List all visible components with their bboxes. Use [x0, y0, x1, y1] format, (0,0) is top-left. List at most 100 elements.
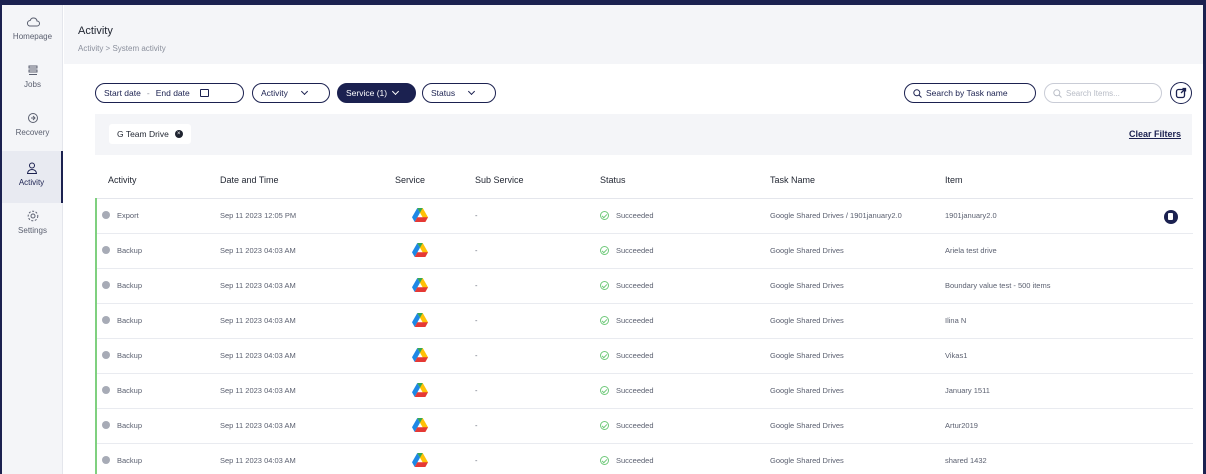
calendar-icon: [199, 89, 209, 97]
activity-cell: Backup: [95, 408, 220, 444]
status-text: Succeeded: [616, 421, 654, 430]
status-filter-dropdown[interactable]: Status: [422, 83, 496, 103]
filter-chip-label: G Team Drive: [117, 129, 169, 139]
sidebar-item-settings[interactable]: Settings: [2, 209, 63, 249]
item-name: Boundary value test - 500 items: [945, 281, 1051, 290]
activity-type: Backup: [117, 351, 143, 360]
filter-chip[interactable]: G Team Drive ×: [109, 124, 191, 144]
table-row[interactable]: Backup Sep 11 2023 04:03 AM - Succeeded Goog…: [95, 268, 1193, 304]
sub-service-cell: -: [475, 443, 600, 474]
column-header[interactable]: Service: [395, 163, 475, 199]
search-items-input[interactable]: Search Items...: [1044, 83, 1162, 103]
sub-service-cell: -: [475, 303, 600, 339]
start-date-label: Start date: [104, 88, 141, 98]
info-icon[interactable]: [102, 246, 110, 254]
item-name: Ilina N: [945, 316, 967, 325]
status-cell: Succeeded: [600, 198, 770, 234]
sidebar-item-activity[interactable]: Activity: [2, 151, 63, 203]
info-icon[interactable]: [102, 316, 110, 324]
activity-cell: Backup: [95, 338, 220, 374]
column-header[interactable]: Item: [945, 163, 1193, 199]
column-header[interactable]: Task Name: [770, 163, 945, 199]
google-drive-icon: [412, 312, 428, 327]
info-icon[interactable]: [102, 281, 110, 289]
export-button[interactable]: [1170, 82, 1192, 104]
close-icon[interactable]: ×: [174, 130, 183, 138]
page-header: Activity Activity > System activity: [64, 5, 1203, 64]
activity-type: Backup: [117, 421, 143, 430]
activity-cell: Backup: [95, 373, 220, 409]
column-header[interactable]: Status: [600, 163, 770, 199]
sidebar-item-label: Jobs: [24, 80, 41, 89]
table-row[interactable]: Backup Sep 11 2023 04:03 AM - Succeeded Goog…: [95, 373, 1193, 409]
end-date-label: End date: [155, 88, 190, 98]
status-filter-label: Status: [431, 88, 456, 98]
sidebar-item-jobs[interactable]: Jobs: [2, 63, 63, 103]
info-icon[interactable]: [102, 386, 110, 394]
check-circle-icon: [600, 316, 609, 325]
activity-cell: Export: [95, 198, 220, 234]
export-icon: [1175, 87, 1187, 99]
item-name: 1901january2.0: [945, 211, 997, 220]
service-cell: [395, 198, 475, 234]
check-circle-icon: [600, 456, 609, 465]
task-name-cell: Google Shared Drives: [770, 233, 945, 269]
column-header[interactable]: Date and Time: [220, 163, 395, 199]
service-cell: [395, 303, 475, 339]
date-range-picker[interactable]: Start date - End date: [95, 83, 244, 103]
activity-cell: Backup: [95, 443, 220, 474]
column-header[interactable]: Sub Service: [475, 163, 600, 199]
datetime-cell: Sep 11 2023 04:03 AM: [220, 303, 395, 339]
sub-service-cell: -: [475, 268, 600, 304]
table-row[interactable]: Backup Sep 11 2023 04:03 AM - Succeeded Goog…: [95, 303, 1193, 339]
status-text: Succeeded: [616, 316, 654, 325]
sub-service-cell: -: [475, 338, 600, 374]
check-circle-icon: [600, 211, 609, 220]
table-row[interactable]: Backup Sep 11 2023 04:03 AM - Succeeded Goog…: [95, 233, 1193, 269]
task-name-cell: Google Shared Drives: [770, 373, 945, 409]
cloud-icon: [26, 17, 40, 27]
sidebar: Homepage Jobs Recovery Activity Settings: [2, 5, 63, 474]
item-cell: Boundary value test - 500 items: [945, 268, 1193, 304]
status-text: Succeeded: [616, 281, 654, 290]
info-icon[interactable]: [102, 211, 110, 219]
sidebar-item-label: Settings: [18, 226, 47, 235]
download-icon[interactable]: [1164, 210, 1178, 224]
search-by-task-dropdown[interactable]: Search by Task name: [904, 83, 1036, 103]
activity-table: Activity Date and Time Service Sub Servi…: [95, 163, 1193, 474]
item-cell: Artur2019: [945, 408, 1193, 444]
status-text: Succeeded: [616, 386, 654, 395]
table-row[interactable]: Backup Sep 11 2023 04:03 AM - Succeeded Goog…: [95, 408, 1193, 444]
sidebar-item-recovery[interactable]: Recovery: [2, 111, 63, 151]
table-row[interactable]: Backup Sep 11 2023 04:03 AM - Succeeded Goog…: [95, 338, 1193, 374]
sub-service-cell: -: [475, 373, 600, 409]
task-name-cell: Google Shared Drives: [770, 338, 945, 374]
item-cell: Ariela test drive: [945, 233, 1193, 269]
column-header[interactable]: Activity: [96, 163, 220, 199]
activity-type: Backup: [117, 246, 143, 255]
search-by-task-label: Search by Task name: [926, 88, 1008, 98]
service-filter-dropdown[interactable]: Service (1): [337, 83, 416, 103]
info-icon[interactable]: [102, 456, 110, 464]
date-separator: -: [146, 88, 150, 98]
item-cell: Ilina N: [945, 303, 1193, 339]
google-drive-icon: [412, 207, 428, 222]
page-title: Activity: [78, 25, 113, 37]
status-cell: Succeeded: [600, 408, 770, 444]
sidebar-item-label: Activity: [18, 178, 45, 187]
status-cell: Succeeded: [600, 373, 770, 409]
item-name: January 1511: [945, 386, 990, 395]
info-icon[interactable]: [102, 421, 110, 429]
item-cell: shared 1432: [945, 443, 1193, 474]
service-cell: [395, 373, 475, 409]
sidebar-item-homepage[interactable]: Homepage: [2, 15, 63, 55]
item-name: Vikas1: [945, 351, 968, 360]
service-cell: [395, 338, 475, 374]
clear-filters-link[interactable]: Clear Filters: [1129, 129, 1181, 139]
activity-filter-dropdown[interactable]: Activity: [252, 83, 330, 103]
breadcrumb[interactable]: Activity > System activity: [78, 44, 166, 53]
table-row[interactable]: Export Sep 11 2023 12:05 PM - Succeeded Goog…: [95, 198, 1193, 234]
info-icon[interactable]: [102, 351, 110, 359]
table-row[interactable]: Backup Sep 11 2023 04:03 AM - Succeeded Goog…: [95, 443, 1193, 474]
status-cell: Succeeded: [600, 443, 770, 474]
